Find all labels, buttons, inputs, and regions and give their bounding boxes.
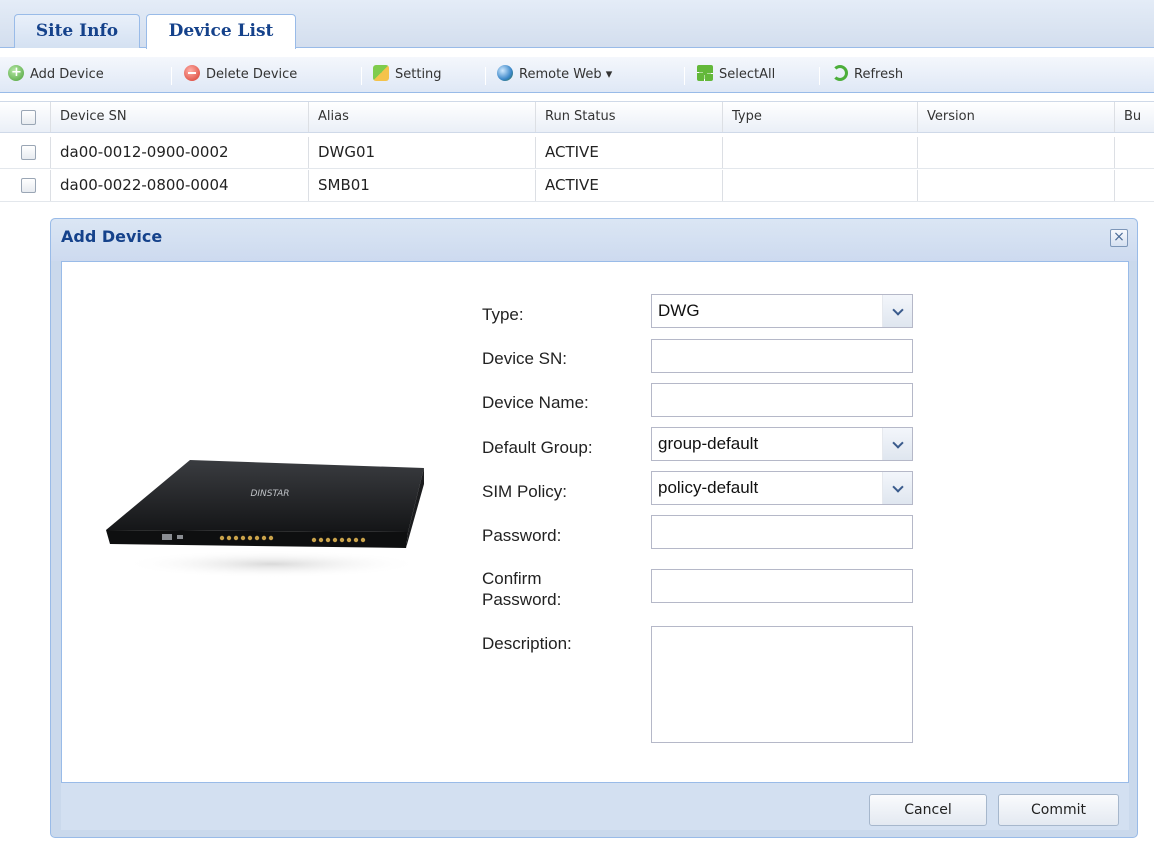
column-header-device-sn[interactable]: Device SN	[51, 102, 309, 132]
column-header-alias[interactable]: Alias	[309, 102, 536, 132]
device-name-label: Device Name:	[482, 393, 589, 412]
select-all-button[interactable]: SelectAll	[697, 64, 775, 86]
cell-version	[918, 170, 1115, 201]
password-label: Password:	[482, 526, 562, 545]
add-device-dialog: Add Device × DINSTAR Type: DWG Device SN…	[50, 218, 1138, 838]
confirm-password-field[interactable]	[651, 569, 913, 603]
refresh-button[interactable]: Refresh	[832, 64, 903, 86]
toolbar-separator	[171, 67, 172, 85]
type-label: Type:	[482, 305, 524, 324]
confirm-password-label: Confirm Password:	[482, 569, 562, 609]
row-select-cell	[0, 137, 51, 168]
close-icon[interactable]: ×	[1110, 229, 1128, 247]
select-all-label: SelectAll	[719, 67, 776, 82]
toolbar-separator	[819, 67, 820, 85]
default-group-label: Default Group:	[482, 438, 593, 457]
select-all-checkbox[interactable]	[21, 110, 36, 125]
delete-device-label: Delete Device	[206, 67, 298, 82]
cell-more	[1115, 137, 1154, 168]
device-brand-label: DINSTAR	[250, 489, 289, 499]
dialog-header[interactable]: Add Device ×	[51, 219, 1137, 261]
table-row[interactable]: da00-0022-0800-0004 SMB01 ACTIVE	[0, 170, 1154, 202]
cancel-button[interactable]: Cancel	[869, 794, 987, 826]
delete-device-button[interactable]: Delete Device	[184, 64, 297, 86]
cell-run-status: ACTIVE	[536, 170, 723, 201]
row-checkbox[interactable]	[21, 178, 36, 193]
description-field[interactable]	[651, 626, 913, 743]
cell-alias: DWG01	[309, 137, 536, 168]
toolbar-separator	[485, 67, 486, 85]
grid-header: Device SN Alias Run Status Type Version …	[0, 101, 1154, 133]
add-icon	[8, 62, 24, 84]
toolbar-separator	[684, 67, 685, 85]
sim-policy-label: SIM Policy:	[482, 482, 568, 501]
refresh-icon	[832, 65, 848, 81]
device-image: DINSTAR	[106, 460, 424, 578]
add-device-button[interactable]: Add Device	[8, 62, 104, 86]
cell-type	[723, 170, 918, 201]
column-header-version[interactable]: Version	[918, 102, 1115, 132]
column-header-type[interactable]: Type	[723, 102, 918, 132]
tab-site-info[interactable]: Site Info	[14, 14, 140, 48]
sim-policy-select[interactable]: policy-default	[651, 471, 913, 505]
tab-device-list[interactable]: Device List	[146, 14, 296, 49]
refresh-label: Refresh	[854, 67, 904, 82]
delete-icon	[184, 65, 200, 81]
table-row[interactable]: da00-0012-0900-0002 DWG01 ACTIVE	[0, 137, 1154, 169]
password-field[interactable]	[651, 515, 913, 549]
cell-version	[918, 137, 1115, 168]
sim-policy-value: policy-default	[658, 478, 759, 497]
chevron-down-icon[interactable]	[882, 428, 912, 460]
setting-icon	[373, 65, 389, 81]
default-group-select[interactable]: group-default	[651, 427, 913, 461]
add-device-label: Add Device	[30, 67, 104, 82]
cell-alias: SMB01	[309, 170, 536, 201]
column-header-more[interactable]: Bu	[1115, 102, 1154, 132]
cell-run-status: ACTIVE	[536, 137, 723, 168]
chevron-down-icon[interactable]	[882, 295, 912, 327]
commit-button[interactable]: Commit	[998, 794, 1119, 826]
setting-label: Setting	[395, 67, 442, 82]
toolbar: Add Device Delete Device Setting Remote …	[0, 57, 1154, 93]
dialog-body: DINSTAR Type: DWG Device SN: Device Name…	[61, 261, 1129, 783]
default-group-value: group-default	[658, 434, 759, 453]
cell-more	[1115, 170, 1154, 201]
chevron-down-icon[interactable]	[882, 472, 912, 504]
description-label: Description:	[482, 634, 572, 653]
device-name-field[interactable]	[651, 383, 913, 417]
header-select-cell	[0, 102, 51, 132]
type-value: DWG	[658, 301, 700, 320]
row-select-cell	[0, 170, 51, 201]
type-select[interactable]: DWG	[651, 294, 913, 328]
remote-web-button[interactable]: Remote Web ▾	[497, 64, 612, 86]
dialog-title: Add Device	[61, 227, 163, 246]
column-header-run-status[interactable]: Run Status	[536, 102, 723, 132]
device-sn-field[interactable]	[651, 339, 913, 373]
select-all-icon	[697, 65, 713, 81]
cell-device-sn: da00-0022-0800-0004	[51, 170, 309, 201]
remote-web-label: Remote Web ▾	[519, 67, 613, 82]
cell-device-sn: da00-0012-0900-0002	[51, 137, 309, 168]
toolbar-separator	[361, 67, 362, 85]
device-sn-label: Device SN:	[482, 349, 568, 368]
cell-type	[723, 137, 918, 168]
tab-strip: Site Info Device List	[0, 0, 1154, 49]
dialog-footer: Cancel Commit	[61, 783, 1129, 830]
globe-icon	[497, 65, 513, 81]
row-checkbox[interactable]	[21, 145, 36, 160]
setting-button[interactable]: Setting	[373, 64, 442, 86]
